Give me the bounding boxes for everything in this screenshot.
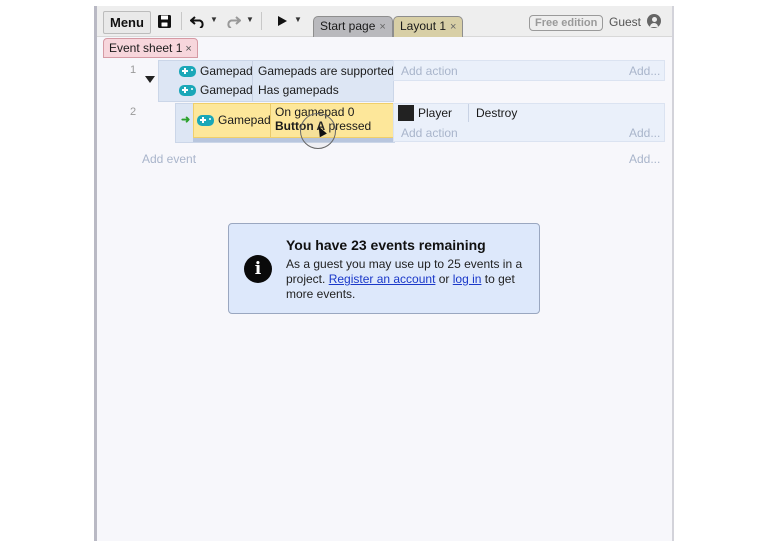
toolbar-divider	[181, 12, 182, 30]
notice-title: You have 23 events remaining	[286, 237, 486, 253]
close-icon[interactable]: ×	[450, 21, 456, 33]
register-link[interactable]: Register an account	[329, 272, 436, 286]
undo-icon[interactable]	[189, 12, 207, 30]
condition-row[interactable]: Gamepad	[179, 62, 253, 80]
info-icon: i	[244, 255, 272, 283]
add-more-link[interactable]: Add...	[629, 64, 660, 78]
condition-object: Gamepad	[200, 64, 253, 78]
guest-label[interactable]: Guest	[609, 15, 641, 29]
main-toolbar: Menu ▼ ▼ ▼ Start page × Layout 1 × Free ed…	[97, 6, 672, 37]
tab-label: Event sheet 1	[109, 41, 183, 55]
login-link[interactable]: log in	[453, 272, 482, 286]
gamepad-icon	[179, 65, 196, 77]
editor-window: Menu ▼ ▼ ▼ Start page × Layout 1 × Free ed…	[94, 6, 674, 541]
column-divider	[468, 104, 469, 122]
tab-label: Layout 1	[400, 19, 447, 33]
tab-layout-1[interactable]: Layout 1 ×	[393, 16, 464, 37]
user-icon[interactable]	[647, 14, 661, 28]
condition-text[interactable]: Gamepads are supported	[258, 62, 394, 80]
event-number: 1	[130, 64, 137, 76]
tab-event-sheet-1[interactable]: Event sheet 1 ×	[103, 38, 198, 58]
condition-text[interactable]: Has gamepads	[258, 81, 339, 99]
condition-object: Gamepad	[218, 113, 271, 127]
redo-dropdown-icon[interactable]: ▼	[246, 15, 254, 24]
add-more-link[interactable]: Add...	[629, 152, 660, 166]
tab-label: Start page	[320, 19, 376, 33]
play-dropdown-icon[interactable]: ▼	[294, 15, 302, 24]
gamepad-icon	[197, 114, 214, 126]
menu-button[interactable]: Menu	[103, 11, 151, 34]
action-text[interactable]: Destroy	[476, 104, 517, 122]
close-icon[interactable]: ×	[379, 21, 385, 33]
condition-row[interactable]: Gamepad	[197, 111, 271, 129]
collapse-arrow-icon[interactable]	[145, 76, 155, 83]
notice-text: or	[435, 272, 453, 286]
add-action-link[interactable]: Add action	[401, 126, 458, 140]
save-icon[interactable]	[155, 12, 173, 30]
gamepad-icon	[179, 84, 196, 96]
event-number: 2	[130, 106, 137, 118]
player-sprite-icon	[398, 105, 414, 121]
trigger-arrow-icon: ➜	[181, 114, 191, 126]
free-edition-badge[interactable]: Free edition	[529, 15, 604, 31]
condition-row[interactable]: Gamepad	[179, 81, 253, 99]
notice-body: As a guest you may use up to 25 events i…	[286, 257, 526, 302]
add-action-link[interactable]: Add action	[401, 64, 458, 78]
tab-start-page[interactable]: Start page ×	[313, 16, 393, 37]
toolbar-divider	[261, 12, 262, 30]
play-icon[interactable]	[273, 12, 291, 30]
undo-dropdown-icon[interactable]: ▼	[210, 15, 218, 24]
redo-icon[interactable]	[224, 12, 242, 30]
condition-object: Gamepad	[200, 83, 253, 97]
action-object[interactable]: Player	[418, 104, 452, 122]
add-event-link[interactable]: Add event	[142, 152, 196, 166]
events-remaining-notice: i You have 23 events remaining As a gues…	[228, 223, 540, 314]
add-more-link[interactable]: Add...	[629, 126, 660, 140]
close-icon[interactable]: ×	[185, 43, 191, 55]
